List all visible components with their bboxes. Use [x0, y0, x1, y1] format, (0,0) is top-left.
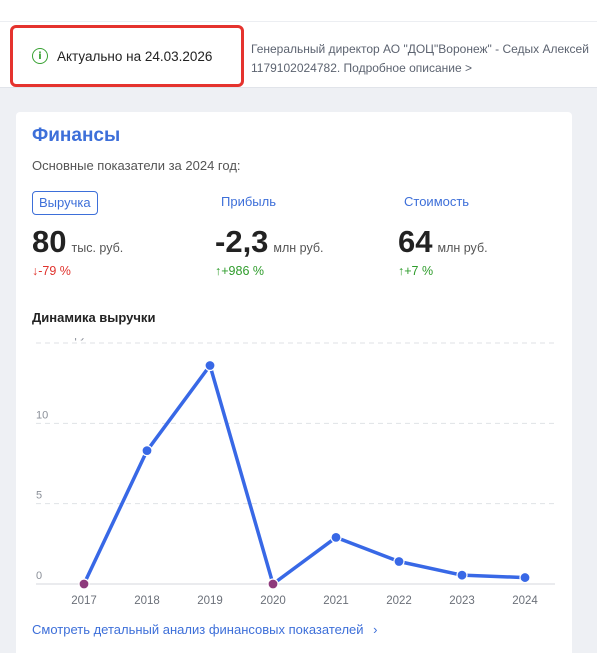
- company-header-card: i Актуально на 24.03.2026 Генеральный ди…: [0, 0, 597, 88]
- x-tick-label: 2017: [71, 595, 97, 607]
- revenue-number: 80: [32, 224, 67, 259]
- finance-subtitle: Основные показатели за 2024 год:: [32, 158, 241, 173]
- metric-revenue-value: 80 тыс. руб.: [32, 224, 123, 260]
- value-change: ↑+7 %: [398, 264, 434, 278]
- info-icon: i: [32, 48, 48, 64]
- data-point: [141, 445, 153, 457]
- metric-profit: Прибыль -2,3 млн руб. ↑+986 %: [215, 191, 324, 278]
- series-line: [82, 363, 527, 586]
- finance-card: Финансы Основные показатели за 2024 год:…: [16, 112, 572, 653]
- profit-unit: млн руб.: [273, 241, 324, 255]
- metric-revenue: Выручка 80 тыс. руб. ↓-79 %: [32, 191, 123, 278]
- actuality-badge: i Актуально на 24.03.2026: [10, 25, 244, 87]
- data-point: [519, 571, 531, 584]
- data-point: [267, 578, 279, 590]
- tab-value[interactable]: Стоимость: [398, 191, 475, 215]
- data-point: [78, 578, 90, 590]
- actuality-text: Актуально на 24.03.2026: [57, 48, 213, 64]
- y-tick-label: 5: [36, 490, 42, 502]
- metric-value-cost: Стоимость 64 млн руб. ↑+7 %: [398, 191, 488, 278]
- tab-revenue[interactable]: Выручка: [32, 191, 98, 215]
- finance-title[interactable]: Финансы: [32, 125, 120, 147]
- revenue-unit: тыс. руб.: [71, 241, 124, 255]
- chart-title: Динамика выручки: [32, 310, 156, 325]
- y-tick-label: 10: [36, 409, 48, 421]
- data-point: [330, 531, 342, 544]
- description-line-1: Генеральный директор АО "ДОЦ"Воронеж" - …: [251, 42, 589, 56]
- data-point: [204, 359, 216, 372]
- value-number: 64: [398, 224, 433, 259]
- x-tick-label: 2020: [260, 595, 286, 607]
- x-tick-label: 2019: [197, 595, 223, 607]
- chevron-right-icon: ›: [373, 622, 378, 637]
- data-point: [456, 569, 468, 581]
- description-link[interactable]: 1179102024782. Подробное описание >: [251, 59, 597, 78]
- profit-number: -2,3: [215, 224, 269, 259]
- company-description: Генеральный директор АО "ДОЦ"Воронеж" - …: [251, 40, 597, 78]
- revenue-chart: 0 5 10 15 млн руб. 2017 2018 2019 2020 2021 2022 2…: [36, 338, 555, 607]
- metric-cost-value: 64 млн руб.: [398, 224, 488, 260]
- finance-analysis-link-text: Смотреть детальный анализ финансовых пок…: [32, 622, 364, 637]
- tab-profit[interactable]: Прибыль: [215, 191, 282, 215]
- metric-profit-value: -2,3 млн руб.: [215, 224, 324, 260]
- header-top-strip: [0, 0, 597, 22]
- data-point: [393, 555, 405, 568]
- finance-analysis-link[interactable]: Смотреть детальный анализ финансовых пок…: [32, 622, 378, 637]
- x-tick-label: 2024: [512, 595, 538, 607]
- y-tick-label: 15 млн руб.: [36, 338, 95, 341]
- x-tick-label: 2023: [449, 595, 475, 607]
- revenue-change: ↓-79 %: [32, 264, 71, 278]
- x-tick-label: 2021: [323, 595, 349, 607]
- x-tick-label: 2018: [134, 595, 160, 607]
- x-tick-label: 2022: [386, 595, 412, 607]
- value-unit: млн руб.: [437, 241, 488, 255]
- profit-change: ↑+986 %: [215, 264, 264, 278]
- y-tick-label: 0: [36, 570, 42, 582]
